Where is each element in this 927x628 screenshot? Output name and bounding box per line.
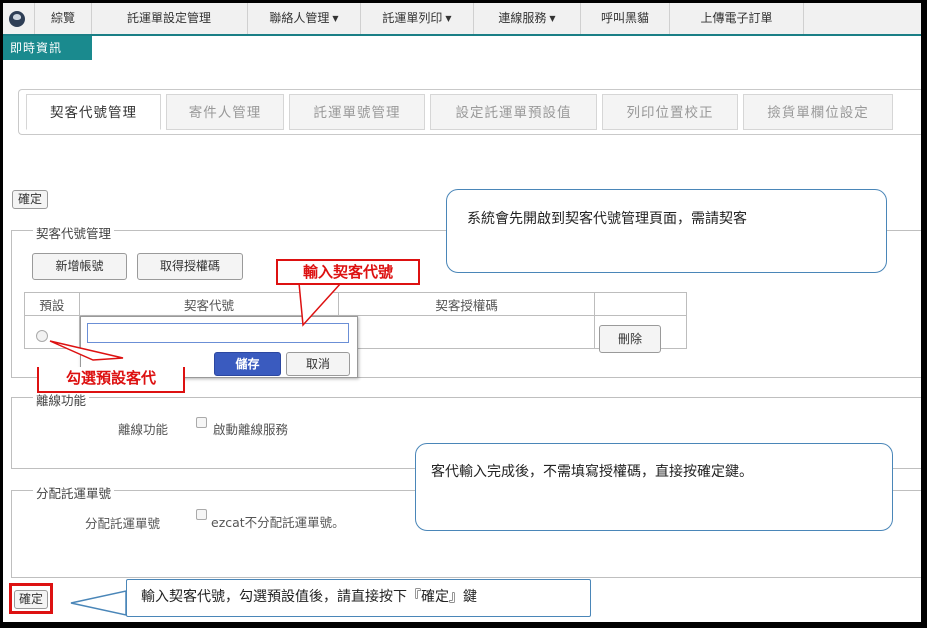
red-label-input-code: 輸入契客代號 bbox=[276, 259, 420, 285]
bubble-bottom: 輸入契客代號，勾選預設值後，請直接按下『確定』鍵 bbox=[126, 579, 591, 617]
red-callout-pointer-top bbox=[298, 282, 343, 327]
app-window: 綜覽 託運單設定管理 聯絡人管理 ▼ 託運單列印 ▼ 連線服務 ▼ 呼叫黑貓 上傳電子… bbox=[3, 3, 921, 622]
bubble-top: 系統會先開啟到契客代號管理頁面，需請契客 bbox=[446, 189, 887, 273]
red-callout-pointer-bottom bbox=[49, 340, 124, 361]
bubble-middle: 客代輸入完成後，不需填寫授權碼，直接按確定鍵。 bbox=[415, 443, 893, 531]
red-label-default: 勾選預設客代 bbox=[37, 367, 185, 393]
blue-callout-pointer bbox=[70, 590, 127, 616]
